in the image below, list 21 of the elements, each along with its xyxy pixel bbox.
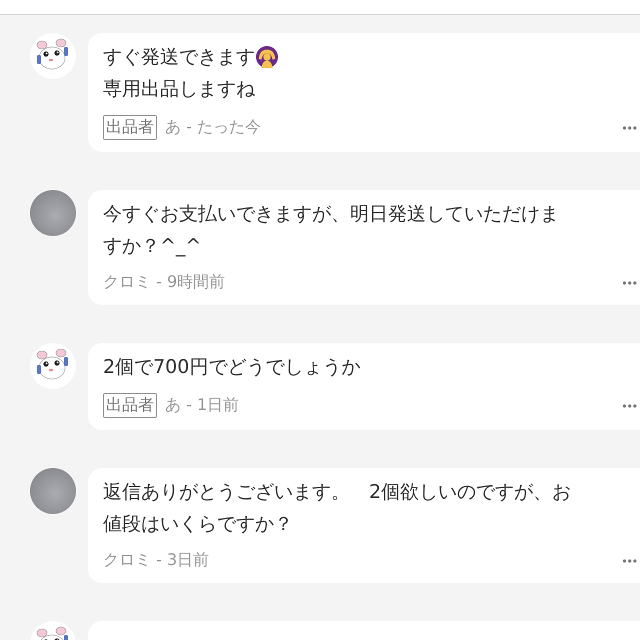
- more-button[interactable]: •••: [622, 276, 638, 290]
- photo-placeholder: [30, 190, 76, 236]
- comment-text: すか？^_^: [103, 234, 202, 259]
- comment-text: 専用出品しますね: [103, 77, 255, 102]
- comment-meta: クロミ - 3日前: [103, 550, 210, 571]
- hamster-avatar-icon: [30, 343, 76, 389]
- comment-meta: クロミ - 9時間前: [103, 272, 226, 293]
- comment-text: 値段はいくらですか？: [103, 512, 293, 537]
- comment-text: 2個で700円でどうでしょうか: [103, 355, 360, 380]
- seller-badge: 出品者: [103, 115, 157, 140]
- more-button[interactable]: •••: [622, 554, 638, 568]
- hamster-avatar-icon: [30, 33, 76, 79]
- more-button[interactable]: •••: [622, 398, 638, 412]
- more-button[interactable]: •••: [622, 120, 638, 134]
- seller-badge: 出品者: [103, 393, 157, 418]
- comment-meta: あ - 1日前: [165, 395, 240, 416]
- comment-text: すぐ発送できます: [103, 45, 255, 70]
- comment-text: 今すぐお支払いできますが、明日発送していただけま: [103, 202, 559, 227]
- photo-placeholder: [30, 468, 76, 514]
- comment-meta: あ - たった今: [165, 117, 262, 138]
- comment-text: 返信ありがとうございます。 2個欲しいのですが、お: [103, 480, 572, 505]
